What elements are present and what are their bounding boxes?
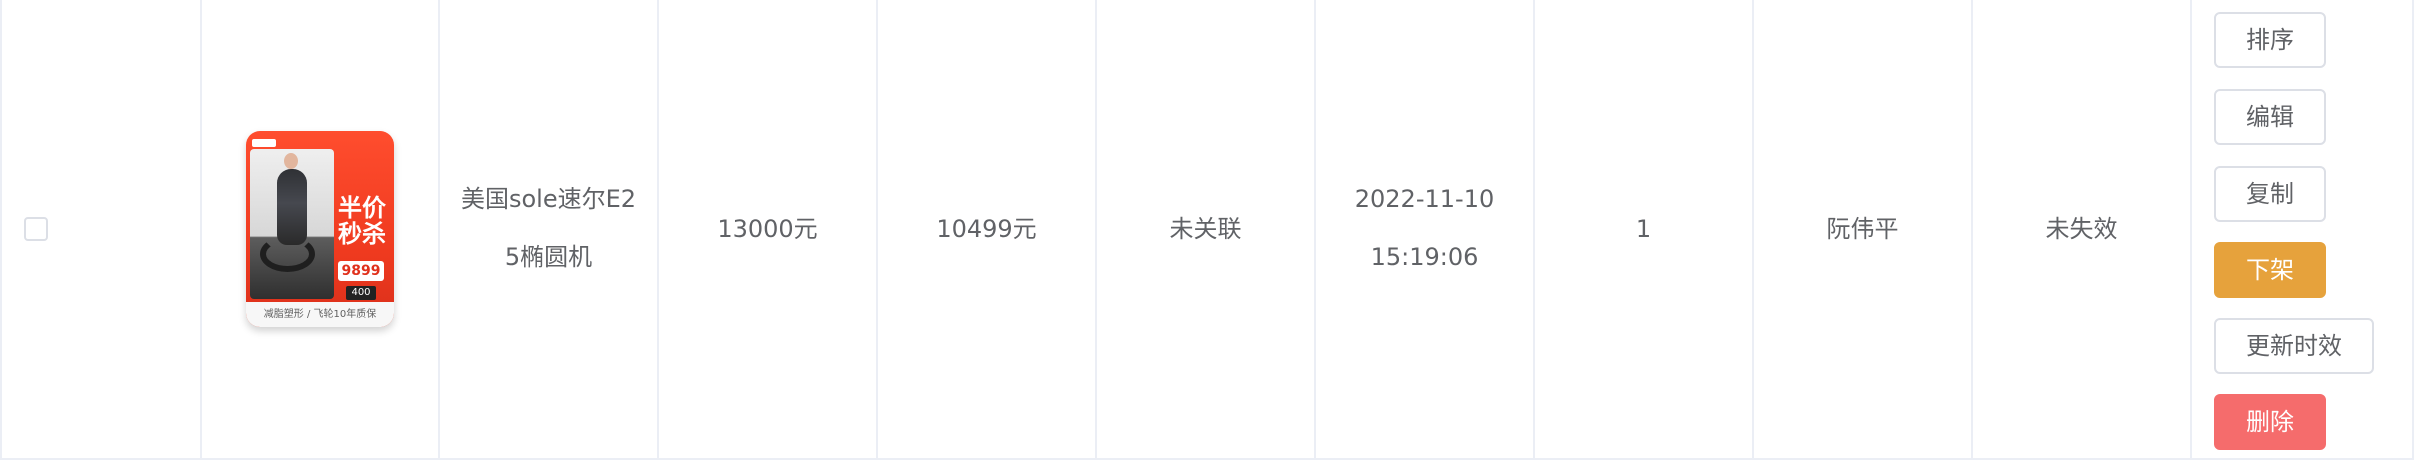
time-cell: 2022-11-10 15:19:06 bbox=[1316, 0, 1535, 458]
sort-cell: 1 bbox=[1535, 0, 1754, 458]
created-time: 2022-11-10 15:19:06 bbox=[1354, 185, 1495, 271]
product-image-bottom-text: 减脂塑形 / 飞轮10年质保 bbox=[246, 302, 394, 327]
product-model-head bbox=[284, 153, 298, 169]
validity-status: 未失效 bbox=[2045, 215, 2118, 243]
sort-value: 1 bbox=[1635, 215, 1652, 243]
edit-button[interactable]: 编辑 bbox=[2214, 89, 2326, 145]
product-image-cell: 天猫 半价秒杀 9899 400 减脂塑形 / 飞轮10年质保 bbox=[202, 0, 440, 458]
owner-cell: 阮伟平 bbox=[1754, 0, 1973, 458]
product-name: 美国sole速尔E25椭圆机 bbox=[460, 185, 637, 271]
product-image-price: 9899 bbox=[338, 261, 384, 281]
actions-cell: 排序 编辑 复制 下架 更新时效 删除 bbox=[2192, 0, 2414, 458]
original-price-cell: 13000元 bbox=[659, 0, 878, 458]
delete-button[interactable]: 删除 bbox=[2214, 394, 2326, 450]
link-status: 未关联 bbox=[1169, 215, 1242, 243]
row-selection-cell bbox=[0, 0, 202, 458]
product-image-badge: 400 bbox=[346, 286, 376, 300]
link-status-cell: 未关联 bbox=[1097, 0, 1316, 458]
table-row: 天猫 半价秒杀 9899 400 减脂塑形 / 飞轮10年质保 美国sole速尔… bbox=[0, 0, 2414, 460]
product-elliptical-machine bbox=[260, 236, 315, 272]
validity-cell: 未失效 bbox=[1973, 0, 2192, 458]
sale-price: 10499元 bbox=[936, 215, 1037, 243]
owner-name: 阮伟平 bbox=[1826, 215, 1899, 243]
product-image: 天猫 半价秒杀 9899 400 减脂塑形 / 飞轮10年质保 bbox=[246, 131, 394, 327]
refresh-validity-button[interactable]: 更新时效 bbox=[2214, 318, 2374, 374]
copy-button[interactable]: 复制 bbox=[2214, 166, 2326, 222]
product-image-header bbox=[252, 139, 276, 147]
product-name-cell: 美国sole速尔E25椭圆机 bbox=[440, 0, 659, 458]
product-model-figure bbox=[277, 169, 307, 245]
sale-price-cell: 10499元 bbox=[878, 0, 1097, 458]
off-shelf-button[interactable]: 下架 bbox=[2214, 242, 2326, 298]
original-price: 13000元 bbox=[717, 215, 818, 243]
sort-button[interactable]: 排序 bbox=[2214, 12, 2326, 68]
row-checkbox[interactable] bbox=[24, 217, 48, 241]
product-image-promo-text: 半价 秒杀 bbox=[338, 194, 386, 248]
